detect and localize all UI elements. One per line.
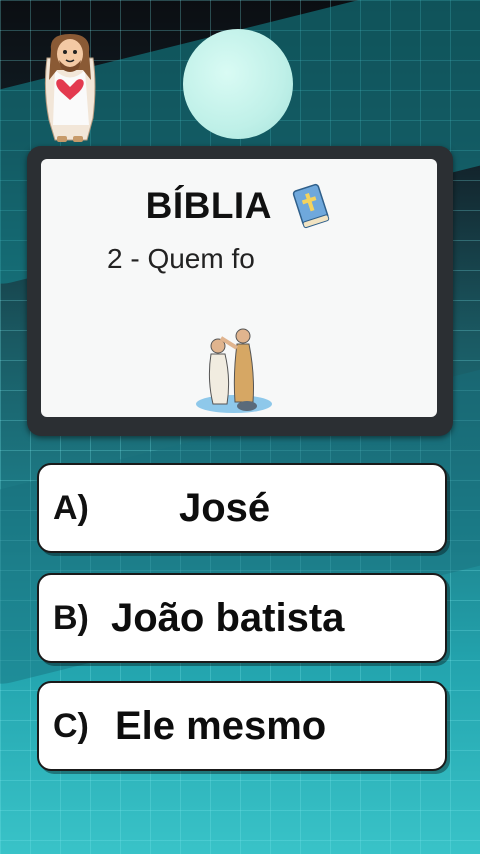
- answer-option-c[interactable]: C) Ele mesmo: [37, 681, 447, 771]
- option-b-letter: B): [53, 599, 89, 637]
- option-a-text: José: [179, 486, 271, 530]
- question-card-inner: BÍBLIA 2 - Quem fo: [41, 159, 437, 417]
- quiz-title: BÍBLIA: [145, 185, 272, 226]
- option-a-letter: A): [53, 489, 89, 527]
- option-c-letter: C): [53, 707, 89, 745]
- option-b-text: João batista: [111, 596, 345, 640]
- option-c-text: Ele mesmo: [115, 704, 327, 748]
- baptism-illustration: [196, 328, 272, 413]
- answer-option-b[interactable]: B) João batista: [37, 573, 447, 663]
- moon-decoration: [183, 29, 293, 139]
- question-text: 2 - Quem fo: [107, 243, 255, 274]
- question-card: BÍBLIA 2 - Quem fo: [27, 146, 453, 436]
- bible-book-icon: [293, 183, 330, 229]
- jesus-figure: [44, 34, 96, 142]
- title-row: BÍBLIA: [41, 183, 437, 229]
- answer-option-a[interactable]: A) José: [37, 463, 447, 553]
